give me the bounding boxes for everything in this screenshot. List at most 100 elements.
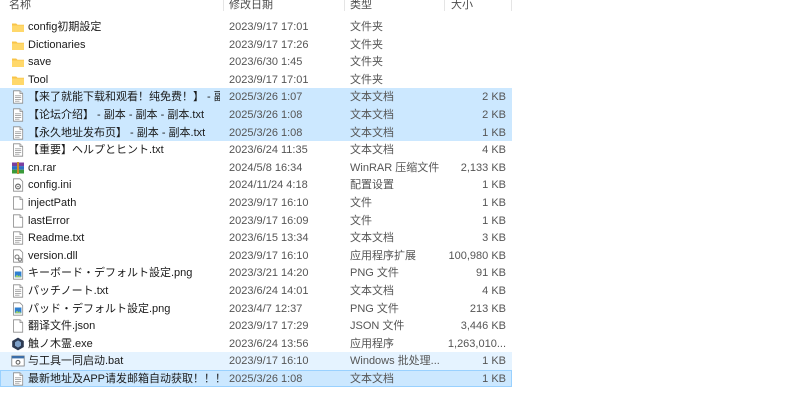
file-size: 3,446 KB [460, 320, 506, 333]
file-date: 2023/6/24 13:56 [229, 337, 309, 350]
file-row[interactable]: config.ini 2024/11/24 4:18 配置设置 1 KB [0, 176, 512, 194]
file-size: 2 KB [482, 91, 506, 104]
column-header-date[interactable]: 修改日期 [229, 0, 273, 11]
file-name: Dictionaries [28, 38, 86, 51]
file-type: 文本文档 [350, 284, 394, 297]
file-type: 文件 [350, 214, 372, 227]
file-size: 4 KB [482, 284, 506, 297]
blank-file-icon [11, 213, 25, 228]
file-name: 【论坛介绍】 - 副本 - 副本 - 副本.txt [28, 108, 204, 121]
file-type: 文件 [350, 196, 372, 209]
file-row[interactable]: version.dll 2023/9/17 16:10 应用程序扩展 100,980 … [0, 247, 512, 265]
file-date: 2023/9/17 16:10 [229, 196, 309, 209]
file-name: キーボード・デフォルト設定.png [28, 267, 193, 280]
file-type: 文本文档 [350, 144, 394, 157]
file-name: 【永久地址发布页】 - 副本 - 副本.txt [28, 126, 206, 139]
winrar-archive-icon [11, 161, 25, 175]
file-row[interactable]: 【重要】ヘルプとヒント.txt 2023/6/24 11:35 文本文档 4 KB [0, 141, 512, 159]
file-type: 配置设置 [350, 179, 394, 192]
file-row[interactable]: save 2023/6/30 1:45 文件夹 [0, 53, 512, 71]
file-size: 91 KB [476, 267, 506, 280]
file-date: 2025/3/26 1:08 [229, 108, 303, 121]
file-name: 触ノ木霊.exe [28, 337, 93, 350]
file-type: PNG 文件 [350, 267, 399, 280]
file-date: 2023/9/17 16:10 [229, 355, 309, 368]
file-type: WinRAR 压缩文件 [350, 161, 440, 174]
file-date: 2024/11/24 4:18 [229, 179, 308, 192]
file-type: 文本文档 [350, 372, 394, 385]
batch-file-icon [11, 354, 25, 368]
file-type: 文本文档 [350, 108, 394, 121]
exe-app-icon [11, 337, 25, 351]
text-file-icon [11, 143, 25, 157]
file-name: パッド・デフォルト設定.png [28, 302, 171, 315]
file-row[interactable]: 翻译文件.json 2023/9/17 17:29 JSON 文件 3,446 KB [0, 317, 512, 335]
column-header-size[interactable]: 大小 [451, 0, 473, 11]
column-header-name[interactable]: 名称 [9, 0, 31, 11]
file-row[interactable]: lastError 2023/9/17 16:09 文件 1 KB [0, 212, 512, 230]
file-list: config初期設定 2023/9/17 17:01 文件夹 Dictionarie… [0, 18, 512, 388]
file-row[interactable]: injectPath 2023/9/17 16:10 文件 1 KB [0, 194, 512, 212]
folder-icon [11, 38, 25, 52]
file-row[interactable]: パッド・デフォルト設定.png 2023/4/7 12:37 PNG 文件 213 K… [0, 300, 512, 318]
file-row[interactable]: Dictionaries 2023/9/17 17:26 文件夹 [0, 36, 512, 54]
text-file-icon [11, 372, 25, 386]
text-file-icon [11, 231, 25, 245]
file-type: 文件夹 [350, 73, 383, 86]
file-date: 2023/3/21 14:20 [229, 267, 309, 280]
file-name: cn.rar [28, 161, 57, 174]
file-row[interactable]: cn.rar 2024/5/8 16:34 WinRAR 压缩文件 2,133 KB [0, 159, 512, 177]
file-date: 2025/3/26 1:08 [229, 126, 303, 139]
file-row-selected[interactable]: 【论坛介绍】 - 副本 - 副本 - 副本.txt 2025/3/26 1:08 文… [0, 105, 512, 124]
file-name: 翻译文件.json [28, 320, 96, 333]
file-type: 文件夹 [350, 21, 383, 33]
file-date: 2025/3/26 1:08 [229, 372, 303, 385]
file-name: Readme.txt [28, 232, 85, 245]
file-row[interactable]: config初期設定 2023/9/17 17:01 文件夹 [0, 18, 512, 36]
file-name: 最新地址及APP请发邮箱自动获取！！！... [28, 372, 220, 385]
column-divider[interactable] [223, 0, 224, 11]
file-type: 文本文档 [350, 232, 394, 245]
file-size: 1 KB [482, 355, 506, 368]
file-size: 1 KB [482, 372, 506, 385]
folder-icon [11, 55, 25, 69]
text-file-icon [11, 125, 25, 140]
image-file-icon [11, 266, 25, 280]
file-type: Windows 批处理... [350, 355, 440, 368]
file-row[interactable]: 触ノ木霊.exe 2023/6/24 13:56 应用程序 1,263,010... [0, 335, 512, 353]
file-size: 213 KB [469, 302, 506, 315]
file-date: 2023/9/17 16:09 [229, 214, 309, 227]
file-row-selected[interactable]: 【来了就能下载和观看！纯免费！】 - 副本 - 副本.txt 2025/3/26 … [0, 88, 512, 106]
file-name: save [28, 56, 52, 69]
column-divider[interactable] [444, 0, 445, 11]
file-date: 2023/9/17 17:01 [229, 73, 309, 86]
file-date: 2023/6/15 13:34 [229, 232, 309, 245]
file-row-hover[interactable]: 与工具一同启动.bat 2023/9/17 16:10 Windows 批处理...… [0, 352, 512, 370]
column-header-type[interactable]: 类型 [350, 0, 372, 11]
file-size: 1 KB [482, 126, 506, 139]
folder-icon [11, 20, 25, 34]
file-date: 2025/3/26 1:07 [229, 91, 303, 104]
file-row[interactable]: Tool 2023/9/17 17:01 文件夹 [0, 71, 512, 89]
text-file-icon [11, 284, 25, 298]
file-type: 文件夹 [350, 56, 383, 69]
file-date: 2023/6/24 11:35 [229, 144, 308, 157]
file-date: 2023/6/30 1:45 [229, 56, 303, 69]
column-divider[interactable] [344, 0, 345, 11]
file-size: 4 KB [482, 144, 506, 157]
file-name: 【来了就能下载和观看！纯免费！】 - 副本 - 副本.txt [28, 91, 220, 104]
column-divider[interactable] [511, 0, 512, 11]
file-size: 1 KB [482, 179, 506, 192]
file-name: config.ini [28, 179, 72, 192]
file-row[interactable]: Readme.txt 2023/6/15 13:34 文本文档 3 KB [0, 229, 512, 247]
file-name: 【重要】ヘルプとヒント.txt [28, 144, 164, 157]
file-name: injectPath [28, 196, 77, 209]
file-type: 应用程序扩展 [350, 249, 416, 262]
dll-file-icon [11, 249, 25, 263]
file-row[interactable]: キーボード・デフォルト設定.png 2023/3/21 14:20 PNG 文件 91… [0, 264, 512, 282]
file-row-selected[interactable]: 最新地址及APP请发邮箱自动获取！！！... 2025/3/26 1:08 文本文档… [0, 369, 512, 388]
file-size: 3 KB [482, 232, 506, 245]
file-row-selected[interactable]: 【永久地址发布页】 - 副本 - 副本.txt 2025/3/26 1:08 文本文… [0, 123, 512, 142]
file-date: 2023/9/17 17:01 [229, 21, 309, 33]
file-row[interactable]: パッチノート.txt 2023/6/24 14:01 文本文档 4 KB [0, 282, 512, 300]
